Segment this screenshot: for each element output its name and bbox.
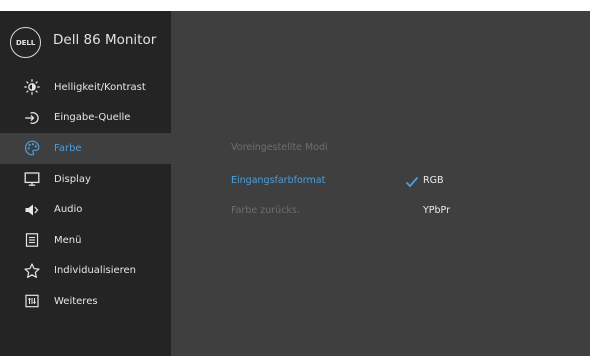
menu-item-label: Menü — [54, 234, 82, 246]
osd-sidebar: DELL Dell 86 Monitor Helligkeit/Kontrast… — [0, 11, 171, 356]
menu-item-others[interactable]: Weiteres — [0, 286, 171, 317]
menu-item-personalize[interactable]: Individualisieren — [0, 256, 171, 287]
display-icon — [23, 170, 41, 188]
menu-item-display[interactable]: Display — [0, 164, 171, 195]
input-color-format-option[interactable]: Eingangsfarbformat — [231, 175, 325, 186]
menu-item-label: Eingabe-Quelle — [54, 112, 131, 124]
monitor-title: Dell 86 Monitor — [53, 32, 157, 48]
menu-item-label: Farbe — [54, 142, 82, 154]
menu-item-input-source[interactable]: Eingabe-Quelle — [0, 103, 171, 134]
menu-item-color[interactable]: Farbe — [0, 133, 171, 164]
menu-icon — [23, 231, 41, 249]
menu-item-label: Weiteres — [54, 295, 98, 307]
menu-item-brightness-contrast[interactable]: Helligkeit/Kontrast — [0, 72, 171, 103]
ypbpr-option[interactable]: YPbPr — [423, 205, 450, 216]
dell-logo: DELL — [10, 27, 41, 58]
menu-item-label: Helligkeit/Kontrast — [54, 81, 146, 93]
input-source-icon — [23, 109, 41, 127]
menu-item-label: Individualisieren — [54, 265, 137, 277]
checkmark-icon — [405, 176, 419, 188]
menu-item-menu[interactable]: Menü — [0, 225, 171, 256]
preset-modes-option[interactable]: Voreingestellte Modi — [231, 142, 328, 153]
palette-icon — [23, 139, 41, 157]
osd-content: Voreingestellte Modi Eingangsfarbformat … — [171, 11, 590, 356]
reset-color-option[interactable]: Farbe zurücks. — [231, 205, 300, 216]
star-icon — [23, 262, 41, 280]
osd-menu: Helligkeit/Kontrast Eingabe-Quelle Farbe… — [0, 72, 171, 317]
rgb-option[interactable]: RGB — [423, 175, 443, 186]
menu-item-label: Display — [54, 173, 91, 185]
others-icon — [23, 292, 41, 310]
osd-header: DELL Dell 86 Monitor — [0, 11, 171, 70]
menu-item-label: Audio — [54, 204, 83, 216]
brightness-icon — [23, 78, 41, 96]
speaker-icon — [23, 201, 41, 219]
monitor-osd: DELL Dell 86 Monitor Helligkeit/Kontrast… — [0, 11, 590, 356]
menu-item-audio[interactable]: Audio — [0, 194, 171, 225]
